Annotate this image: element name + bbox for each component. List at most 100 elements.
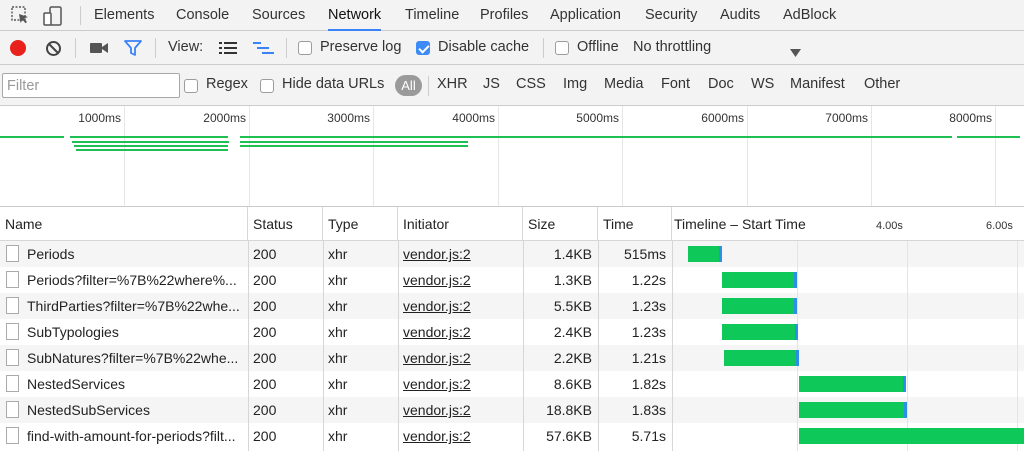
column-header-initiator[interactable]: Initiator [398, 207, 523, 241]
toolbar-separator [155, 38, 156, 58]
request-initiator-cell: vendor.js:2 [398, 397, 523, 423]
request-name[interactable]: NestedServices [22, 371, 244, 397]
request-name[interactable]: SubNatures?filter=%7B%22whe... [22, 345, 244, 371]
toolbar-separator [75, 38, 76, 58]
request-name[interactable]: Periods?filter=%7B%22where%... [22, 267, 244, 293]
initiator-link[interactable]: vendor.js:2 [403, 376, 471, 392]
filter-type-font[interactable]: Font [661, 76, 690, 92]
tab-application[interactable]: Application [550, 0, 621, 31]
table-row[interactable]: Periods?filter=%7B%22where%... 200 xhr vend… [0, 267, 1024, 293]
initiator-link[interactable]: vendor.js:2 [403, 428, 471, 444]
request-initiator-cell: vendor.js:2 [398, 345, 523, 371]
column-header-status[interactable]: Status [248, 207, 323, 241]
filter-icon[interactable] [124, 39, 142, 60]
column-header-name[interactable]: Name [0, 207, 248, 241]
overview-tick-label: 2000ms [203, 111, 246, 125]
tab-profiles[interactable]: Profiles [480, 0, 528, 31]
disable-cache-checkbox[interactable] [416, 41, 430, 55]
waterfall-overview-icon[interactable] [253, 41, 275, 58]
timeline-bar-download [796, 350, 799, 366]
request-name[interactable]: SubTypologies [22, 319, 244, 345]
filter-input[interactable] [2, 73, 180, 98]
filter-type-media[interactable]: Media [604, 76, 644, 92]
file-icon [6, 245, 19, 262]
column-divider [523, 207, 524, 451]
timeline-bar-download [903, 376, 906, 392]
tab-adblock[interactable]: AdBlock [783, 0, 836, 31]
tab-timeline[interactable]: Timeline [405, 0, 459, 31]
overview-tick-label: 8000ms [949, 111, 992, 125]
overview-gridline [373, 106, 374, 206]
column-header-type[interactable]: Type [323, 207, 398, 241]
tab-audits[interactable]: Audits [720, 0, 760, 31]
request-initiator-cell: vendor.js:2 [398, 267, 523, 293]
timeline-bar [722, 298, 794, 314]
clear-icon[interactable] [45, 40, 62, 60]
column-header-timeline[interactable]: Timeline – Start Time [672, 207, 1024, 241]
throttling-select[interactable]: No throttling [633, 39, 711, 55]
request-size: 2.4KB [553, 324, 592, 340]
view-label: View: [168, 39, 204, 55]
filter-type-js[interactable]: JS [483, 76, 500, 92]
overview-request-bar [76, 149, 228, 151]
column-header-time[interactable]: Time [598, 207, 672, 241]
overview-gridline [124, 106, 125, 206]
tab-elements[interactable]: Elements [94, 0, 154, 31]
initiator-link[interactable]: vendor.js:2 [403, 272, 471, 288]
timeline-bar [799, 376, 903, 392]
filter-type-doc[interactable]: Doc [708, 76, 734, 92]
request-status: 200 [253, 402, 277, 418]
table-row[interactable]: SubTypologies 200 xhr vendor.js:2 2.4KB 1.23s [0, 319, 1024, 345]
filter-type-ws[interactable]: WS [751, 76, 774, 92]
request-name[interactable]: Periods [22, 241, 244, 267]
filter-type-xhr[interactable]: XHR [437, 76, 468, 92]
capture-screenshots-icon[interactable] [90, 41, 109, 58]
filter-type-css[interactable]: CSS [516, 76, 546, 92]
hide-data-urls-checkbox[interactable] [260, 79, 274, 93]
large-rows-icon[interactable] [219, 41, 237, 58]
timeline-bar-download [794, 272, 797, 288]
regex-checkbox[interactable] [184, 79, 198, 93]
initiator-link[interactable]: vendor.js:2 [403, 298, 471, 314]
preserve-log-checkbox[interactable] [298, 41, 312, 55]
table-row[interactable]: Periods 200 xhr vendor.js:2 1.4KB 515ms [0, 241, 1024, 267]
chevron-down-icon[interactable] [790, 44, 801, 60]
regex-label: Regex [206, 76, 248, 92]
request-type: xhr [328, 402, 348, 418]
overview-tick-label: 6000ms [701, 111, 744, 125]
record-icon[interactable] [10, 40, 26, 56]
timeline-bar-download [794, 298, 797, 314]
initiator-link[interactable]: vendor.js:2 [403, 402, 471, 418]
initiator-link[interactable]: vendor.js:2 [403, 246, 471, 262]
initiator-link[interactable]: vendor.js:2 [403, 350, 471, 366]
request-initiator-cell: vendor.js:2 [398, 319, 523, 345]
filter-type-other[interactable]: Other [864, 76, 900, 92]
request-time: 1.82s [631, 376, 666, 392]
tab-network[interactable]: Network [328, 0, 382, 31]
tab-console[interactable]: Console [176, 0, 229, 31]
filter-all-button[interactable]: All [395, 75, 422, 96]
request-size: 1.3KB [553, 272, 592, 288]
tab-security[interactable]: Security [645, 0, 697, 31]
overview-gridline [747, 106, 748, 206]
overview-request-bar [70, 136, 228, 138]
table-row[interactable]: ThirdParties?filter=%7B%22whe... 200 xhr ve… [0, 293, 1024, 319]
file-icon [6, 323, 19, 340]
request-name[interactable]: NestedSubServices [22, 397, 244, 423]
column-header-size[interactable]: Size [523, 207, 598, 241]
device-toolbar-icon[interactable] [42, 5, 64, 27]
table-row[interactable]: SubNatures?filter=%7B%22whe... 200 xhr vend… [0, 345, 1024, 371]
filter-type-manifest[interactable]: Manifest [790, 76, 845, 92]
offline-checkbox[interactable] [555, 41, 569, 55]
column-divider [323, 207, 324, 451]
network-overview[interactable]: 1000ms 2000ms 3000ms 4000ms 5000ms 6000ms 7000… [0, 106, 1024, 207]
request-name[interactable]: find-with-amount-for-periods?filt... [22, 423, 244, 449]
overview-request-bar [0, 136, 64, 138]
timeline-bar-download [904, 402, 907, 418]
request-name[interactable]: ThirdParties?filter=%7B%22whe... [22, 293, 244, 319]
tab-sources[interactable]: Sources [252, 0, 305, 31]
inspect-element-icon[interactable] [10, 5, 32, 27]
request-size: 1.4KB [553, 246, 592, 262]
filter-type-img[interactable]: Img [563, 76, 587, 92]
initiator-link[interactable]: vendor.js:2 [403, 324, 471, 340]
